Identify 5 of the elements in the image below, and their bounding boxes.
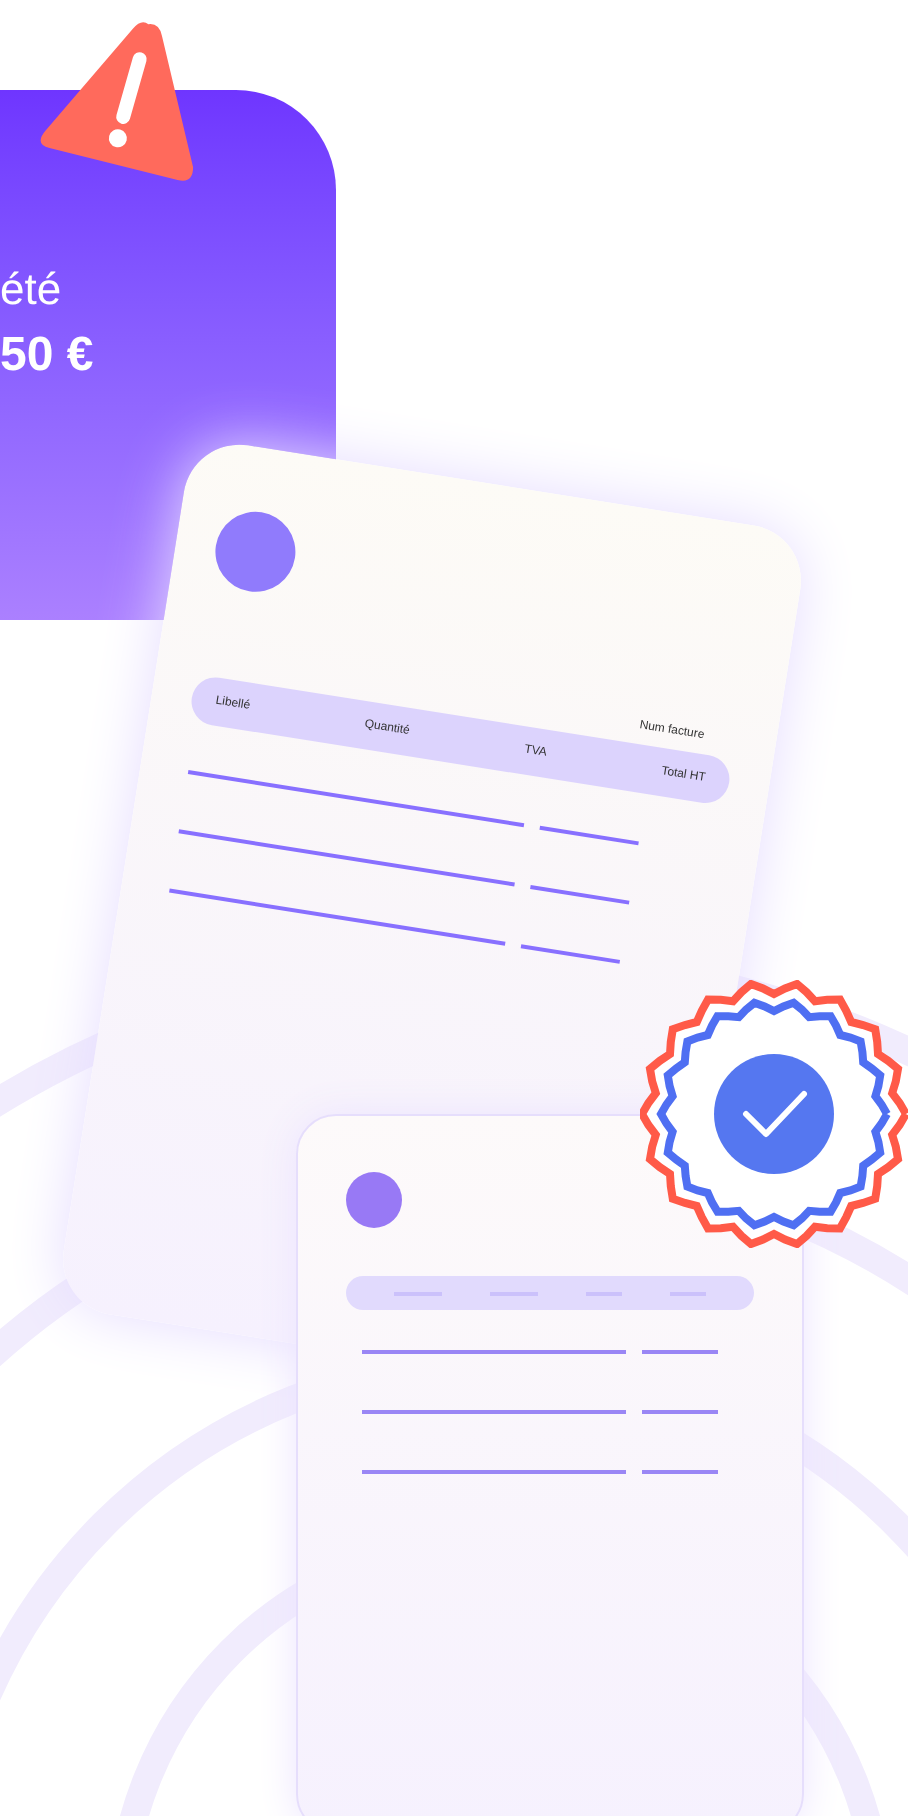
promo-amount: 50 €: [0, 325, 96, 385]
promo-text: été: [0, 262, 64, 317]
line-placeholder: [642, 1470, 718, 1474]
line-placeholder: [642, 1350, 718, 1354]
line-placeholder: [642, 1410, 718, 1414]
